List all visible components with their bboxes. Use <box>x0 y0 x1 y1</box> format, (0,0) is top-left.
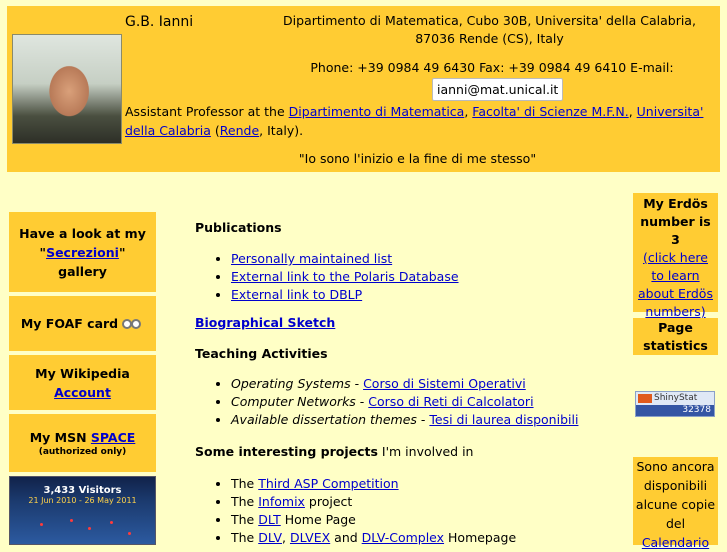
shinystat-counter[interactable]: ShinyStat 32378 <box>635 391 715 417</box>
map-dot <box>128 532 131 535</box>
visitor-map-widget[interactable]: 3,433 Visitors 21 Jun 2010 - 26 May 2011 <box>9 476 156 545</box>
teaching-heading: Teaching Activities <box>195 346 328 361</box>
list-item: The DLT Home Page <box>231 511 516 529</box>
map-dot <box>70 519 73 522</box>
link-wikipedia-account[interactable]: Account <box>9 383 156 402</box>
erdos-title: My Erdös number is 3 <box>640 196 711 247</box>
position-text: Assistant Professor at the Dipartimento … <box>125 104 704 138</box>
link-dlv[interactable]: DLV <box>258 530 282 545</box>
link-infomix[interactable]: Infomix <box>258 494 305 509</box>
projects-heading: Some interesting projects I'm involved i… <box>195 444 474 459</box>
quote: "Io sono l'inizio e la fine di me stesso… <box>298 151 537 166</box>
publications-list: Personally maintained list External link… <box>195 250 459 304</box>
address: Dipartimento di Matematica, Cubo 30B, Un… <box>283 13 696 46</box>
shinystat-count: 32378 <box>636 405 714 416</box>
person-name: G.B. Ianni <box>125 14 194 30</box>
map-dot <box>40 523 43 526</box>
list-item: External link to the Polaris Database <box>231 268 459 286</box>
header-panel: G.B. Ianni Dipartimento di Matematica, C… <box>7 6 720 172</box>
shinystat-brand: ShinyStat <box>654 393 698 403</box>
list-item: The Infomix project <box>231 493 516 511</box>
publications-heading: Publications <box>195 220 282 235</box>
list-item: External link to DBLP <box>231 286 459 304</box>
map-dot <box>88 527 91 530</box>
msn-box: My MSN SPACE (authorized only) <box>9 414 156 472</box>
link-secrezioni[interactable]: Secrezioni <box>46 245 119 260</box>
calendar-box: Sono ancora disponibili alcune copie del… <box>633 457 718 550</box>
list-item: Available dissertation themes - Tesi di … <box>231 411 578 429</box>
wikipedia-box: My Wikipedia Account <box>9 355 156 410</box>
calendar-text: Sono ancora disponibili alcune copie del <box>635 459 716 531</box>
list-item: Operating Systems - Corso di Sistemi Ope… <box>231 375 578 393</box>
link-rende[interactable]: Rende <box>220 123 259 138</box>
link-asp-competition[interactable]: Third ASP Competition <box>258 476 398 491</box>
link-dlv-complex[interactable]: DLV-Complex <box>362 530 444 545</box>
link-calendario[interactable]: Calendario <box>642 535 709 550</box>
link-facolta[interactable]: Facolta' di Scienze M.F.N. <box>472 104 628 119</box>
link-polaris[interactable]: External link to the Polaris Database <box>231 269 459 284</box>
msn-note: (authorized only) <box>38 447 127 457</box>
link-erdos-numbers[interactable]: (click here to learn about Erdös numbers… <box>633 249 718 321</box>
shinystat-logo-icon <box>638 394 652 403</box>
link-dipartimento[interactable]: Dipartimento di Matematica <box>289 104 465 119</box>
foaf-icon <box>122 318 144 330</box>
link-dlt[interactable]: DLT <box>258 512 281 527</box>
stats-box: Page statistics <box>633 318 718 355</box>
teaching-list: Operating Systems - Corso di Sistemi Ope… <box>195 375 578 429</box>
link-dblp[interactable]: External link to DBLP <box>231 287 362 302</box>
foaf-box[interactable]: My FOAF card <box>9 296 156 351</box>
visitor-count: 3,433 Visitors <box>43 485 122 496</box>
link-personal-list[interactable]: Personally maintained list <box>231 251 392 266</box>
visitor-dates: 21 Jun 2010 - 26 May 2011 <box>28 496 137 505</box>
link-dlvex[interactable]: DLVEX <box>290 530 330 545</box>
list-item: The Third ASP Competition <box>231 475 516 493</box>
list-item: Computer Networks - Corso di Reti di Cal… <box>231 393 578 411</box>
list-item: Personally maintained list <box>231 250 459 268</box>
erdos-box: My Erdös number is 3 (click here to lear… <box>633 193 718 319</box>
link-sistemi-operativi[interactable]: Corso di Sistemi Operativi <box>363 376 526 391</box>
phone-fax: Phone: +39 0984 49 6430 Fax: +39 0984 49… <box>310 60 674 75</box>
link-msn-space[interactable]: SPACE <box>91 430 135 445</box>
profile-photo <box>12 34 122 144</box>
email-address: ianni@mat.unical.it <box>432 78 564 101</box>
projects-list: The Third ASP Competition The Infomix pr… <box>195 475 516 547</box>
link-reti-calcolatori[interactable]: Corso di Reti di Calcolatori <box>368 394 533 409</box>
list-item: The DLV, DLVEX and DLV-Complex Homepage <box>231 529 516 547</box>
secrezioni-box: Have a look at my "Secrezioni" gallery <box>9 212 156 292</box>
link-biographical-sketch[interactable]: Biographical Sketch <box>195 315 335 330</box>
foaf-label: My FOAF card <box>20 316 119 331</box>
link-tesi-laurea[interactable]: Tesi di laurea disponibili <box>429 412 578 427</box>
map-dot <box>110 521 113 524</box>
